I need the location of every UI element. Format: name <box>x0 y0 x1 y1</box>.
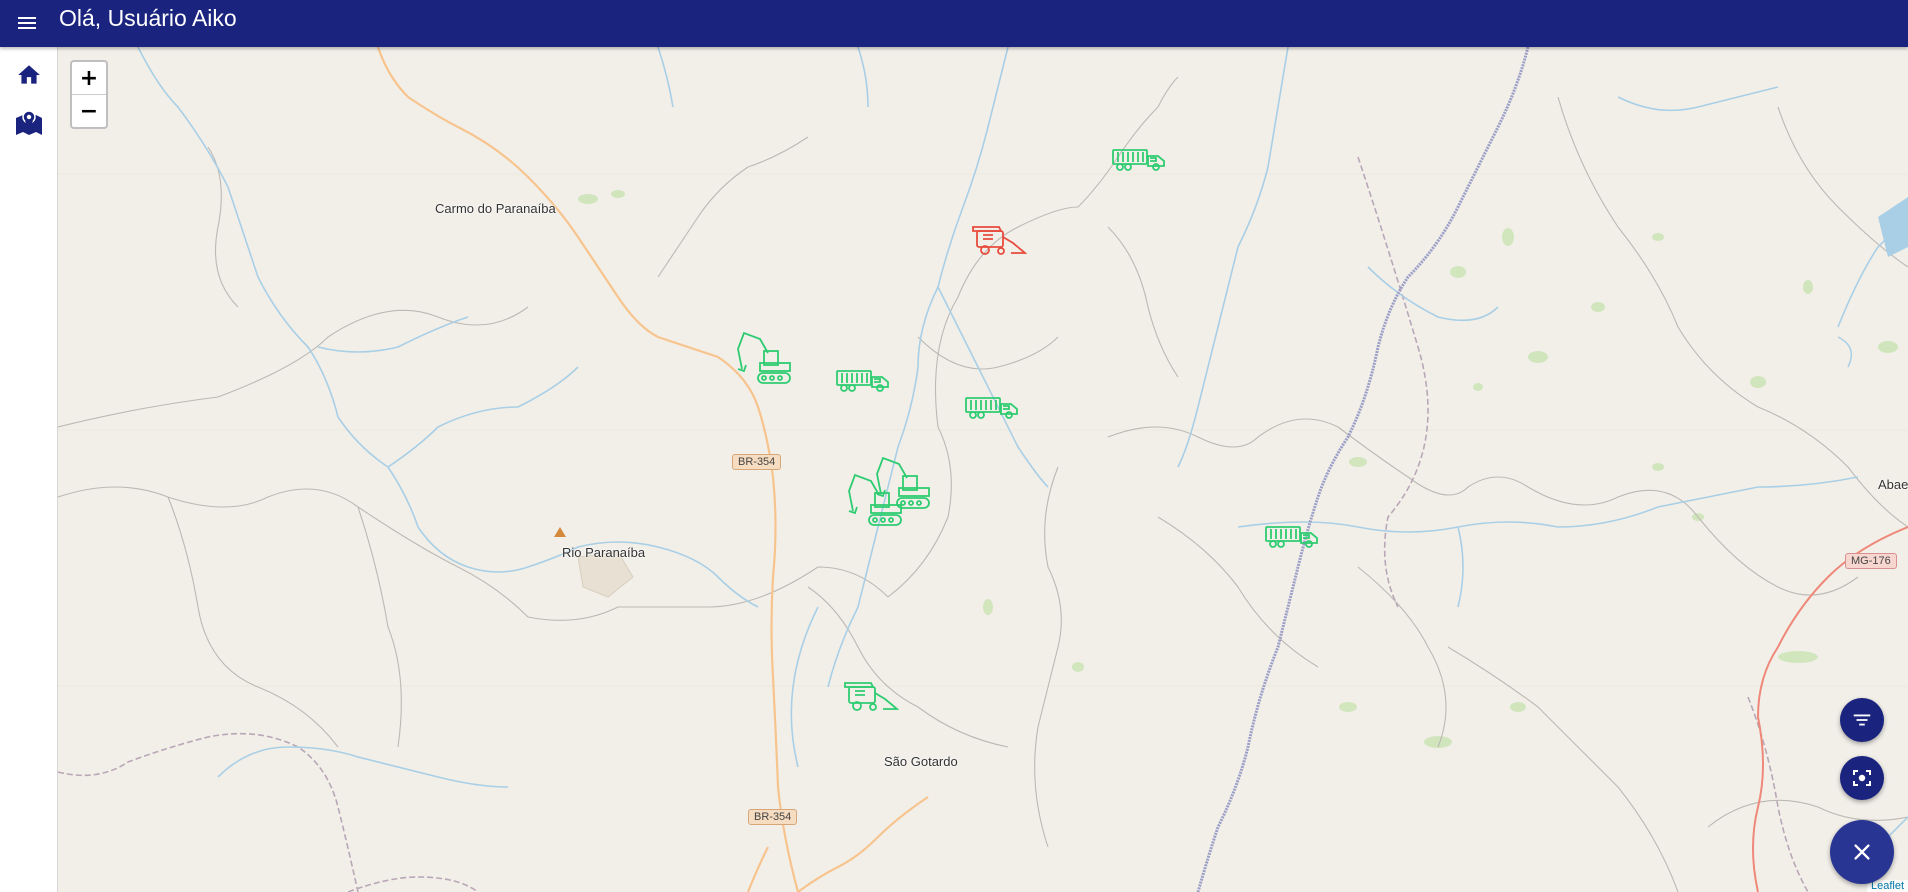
excavator-icon <box>737 331 791 384</box>
place-label: Rio Paranaíba <box>562 545 646 560</box>
road-shield: BR-354 <box>732 454 782 470</box>
app-header: Olá, Usuário Aiko <box>0 0 1908 47</box>
zoom-out-button[interactable]: − <box>72 94 106 127</box>
place-label: Carmo do Paranaíba <box>435 201 556 216</box>
map-marker-icon <box>16 110 42 135</box>
vehicle-harvester-marker[interactable] <box>843 679 900 718</box>
vehicle-truck-marker[interactable] <box>1112 148 1168 177</box>
sidebar <box>0 47 58 892</box>
sidebar-item-map[interactable] <box>8 105 50 141</box>
vehicle-truck-marker[interactable] <box>836 369 892 398</box>
truck-icon <box>965 397 1018 419</box>
vehicle-harvester-marker[interactable] <box>971 223 1028 262</box>
road-shield: MG-176 <box>1845 553 1897 569</box>
harvester-icon <box>844 682 900 711</box>
filter-icon <box>1853 714 1871 726</box>
place-label: Abae <box>1878 477 1908 492</box>
center-focus-button[interactable] <box>1840 756 1884 800</box>
greeting-title: Olá, Usuário Aiko <box>59 5 237 31</box>
close-icon <box>1854 844 1870 860</box>
menu-button[interactable] <box>10 6 44 40</box>
vehicle-excavator-marker[interactable] <box>734 329 794 392</box>
home-icon <box>18 65 40 84</box>
excavator-icon <box>848 473 902 526</box>
map-base-layer <box>58 47 1908 892</box>
map-canvas[interactable]: Carmo do Paranaíba Rio Paranaíba São Got… <box>58 47 1908 892</box>
zoom-in-button[interactable]: + <box>72 62 106 94</box>
place-label: São Gotardo <box>884 754 958 769</box>
sidebar-item-home[interactable] <box>8 57 50 93</box>
harvester-icon <box>972 226 1028 255</box>
close-fab-button[interactable] <box>1830 820 1894 884</box>
vehicle-excavator-marker[interactable] <box>845 471 905 534</box>
center-focus-icon <box>1853 770 1871 786</box>
truck-icon <box>1265 526 1318 548</box>
menu-icon <box>18 17 36 29</box>
truck-icon <box>1112 149 1165 171</box>
vehicle-truck-marker[interactable] <box>1265 525 1321 554</box>
vehicle-truck-marker[interactable] <box>965 396 1021 425</box>
road-shield: BR-354 <box>748 809 798 825</box>
truck-icon <box>836 370 889 392</box>
zoom-control: + − <box>70 60 108 129</box>
filter-button[interactable] <box>1840 698 1884 742</box>
